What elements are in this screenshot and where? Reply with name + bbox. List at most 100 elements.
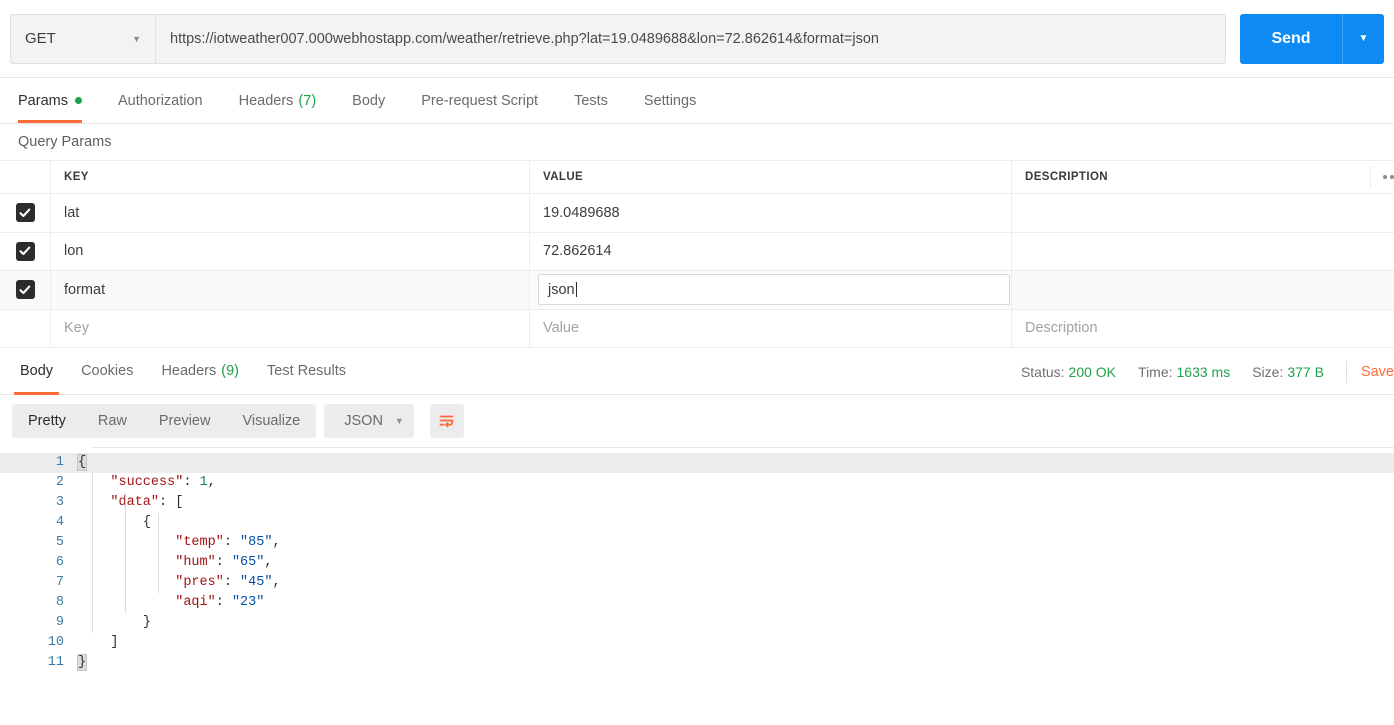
query-params-title: Query Params [18, 134, 112, 150]
row-checkbox-lat[interactable] [15, 203, 35, 223]
line-number: 4 [55, 515, 64, 530]
header-checkbox-cell [0, 161, 51, 193]
column-header-value: VALUE [543, 171, 584, 183]
content-type-select[interactable]: JSON ▼ [324, 404, 414, 438]
tab-headers-label: Headers [238, 92, 294, 109]
param-value-lat[interactable]: 19.0489688 [543, 205, 620, 221]
params-active-dot-icon [74, 97, 82, 104]
new-param-value-input[interactable]: Value [543, 320, 579, 336]
send-button-group: Send ▼ [1240, 13, 1384, 64]
indent-guide [125, 493, 126, 613]
code-line: 2 "success": 1, [0, 473, 1394, 493]
response-format-toolbar: Pretty Raw Preview Visualize JSON ▼ [0, 395, 1394, 447]
param-key-lat[interactable]: lat [64, 205, 79, 221]
tab-headers[interactable]: Headers (7) [221, 78, 335, 123]
tab-params[interactable]: Params [14, 78, 100, 123]
view-mode-pretty[interactable]: Pretty [12, 404, 82, 438]
code-text: ] [110, 635, 119, 650]
code-line: 11} [0, 653, 1394, 673]
line-number: 5 [55, 535, 64, 550]
param-key-format[interactable]: format [64, 282, 105, 298]
http-method-label: GET [25, 30, 56, 47]
response-tab-headers-label: Headers [161, 363, 217, 379]
response-body-json[interactable]: 1{2 "success": 1, 3 "data": [4 {5 "temp":… [0, 447, 1394, 673]
text-cursor-icon [575, 282, 577, 298]
view-mode-visualize[interactable]: Visualize [226, 404, 316, 438]
code-text: "temp": "85", [175, 535, 281, 550]
param-value-format-text: json [548, 281, 575, 298]
response-meta: Status: 200 OK Time: 1633 ms Size: 377 B Sa… [1021, 348, 1394, 395]
code-text: { [76, 454, 88, 471]
code-text: } [76, 654, 88, 671]
status-badge: Status: 200 OK [1021, 364, 1116, 380]
param-value-format-input[interactable]: json [538, 274, 1010, 306]
tab-body[interactable]: Body [334, 78, 403, 123]
status-label: Status: [1020, 363, 1065, 380]
table-header-row: KEY VALUE DESCRIPTION [0, 161, 1394, 194]
http-method-select[interactable]: GET ▼ [10, 13, 155, 64]
line-number: 7 [55, 575, 64, 590]
tab-body-label: Body [352, 92, 386, 109]
view-mode-raw[interactable]: Raw [82, 404, 143, 438]
response-tab-test-results[interactable]: Test Results [253, 348, 360, 395]
url-text: https://iotweather007.000webhostapp.com/… [170, 30, 879, 47]
time-value: 1633 ms [1176, 363, 1231, 380]
tab-authorization[interactable]: Authorization [100, 78, 221, 123]
status-value: 200 OK [1068, 363, 1117, 380]
code-line: 7 "pres": "45", [0, 573, 1394, 593]
code-text: "pres": "45", [175, 575, 281, 590]
response-tab-cookies-label: Cookies [81, 363, 134, 379]
row-checkbox-lon[interactable] [15, 241, 35, 261]
new-param-key-input[interactable]: Key [64, 320, 89, 336]
code-text: "aqi": "23" [175, 595, 265, 610]
tab-tests-label: Tests [574, 92, 608, 109]
line-number: 8 [55, 595, 64, 610]
code-line: 9 } [0, 613, 1394, 633]
url-bar: GET ▼ https://iotweather007.000webhostap… [0, 0, 1394, 78]
send-options-caret-down-icon[interactable]: ▼ [1342, 13, 1384, 64]
code-line: 4 { [0, 513, 1394, 533]
response-tab-test-results-label: Test Results [267, 363, 346, 379]
more-options-icon[interactable] [1370, 166, 1394, 188]
new-param-description-input[interactable]: Description [1025, 320, 1098, 336]
size-badge: Size: 377 B [1252, 364, 1324, 380]
tab-pre-request-script-label: Pre-request Script [421, 92, 539, 109]
response-tab-headers[interactable]: Headers (9) [147, 348, 253, 395]
save-response-link[interactable]: Save [1361, 364, 1394, 380]
code-text: "success": 1, [110, 475, 216, 490]
request-tabs: Params Authorization Headers (7) Body Pr… [0, 78, 1394, 124]
editor-top-border [92, 447, 1394, 448]
tab-settings-label: Settings [643, 92, 697, 109]
code-text: "hum": "65", [175, 555, 273, 570]
tab-pre-request-script[interactable]: Pre-request Script [403, 78, 556, 123]
code-text: { [142, 515, 151, 530]
param-key-lon[interactable]: lon [64, 243, 83, 259]
code-line: 6 "hum": "65", [0, 553, 1394, 573]
caret-down-icon: ▼ [394, 416, 404, 426]
param-value-lon[interactable]: 72.862614 [543, 243, 612, 259]
response-view-modes: Pretty Raw Preview Visualize [12, 404, 317, 438]
content-type-label: JSON [344, 413, 383, 429]
indent-guide [92, 473, 93, 633]
view-mode-preview[interactable]: Preview [143, 404, 227, 438]
word-wrap-icon[interactable] [429, 404, 464, 438]
query-params-table: KEY VALUE DESCRIPTION lat 19.0489688 lon… [0, 160, 1394, 348]
table-row: lat 19.0489688 [0, 194, 1394, 233]
response-tab-body[interactable]: Body [6, 348, 67, 395]
url-input[interactable]: https://iotweather007.000webhostapp.com/… [155, 13, 1226, 64]
tab-tests[interactable]: Tests [556, 78, 626, 123]
code-text: "data": [ [110, 495, 184, 510]
row-checkbox-format[interactable] [15, 280, 35, 300]
tab-headers-count: (7) [298, 92, 317, 109]
line-number: 11 [47, 655, 64, 670]
response-tab-headers-count: (9) [221, 363, 239, 379]
send-button[interactable]: Send [1240, 13, 1342, 64]
response-tab-cookies[interactable]: Cookies [67, 348, 147, 395]
indent-guide [158, 513, 159, 593]
code-line: 5 "temp": "85", [0, 533, 1394, 553]
code-line: 10 ] [0, 633, 1394, 653]
line-number: 9 [55, 615, 64, 630]
meta-divider [1345, 360, 1347, 383]
tab-settings[interactable]: Settings [626, 78, 714, 123]
table-row-empty: Key Value Description [0, 309, 1394, 348]
